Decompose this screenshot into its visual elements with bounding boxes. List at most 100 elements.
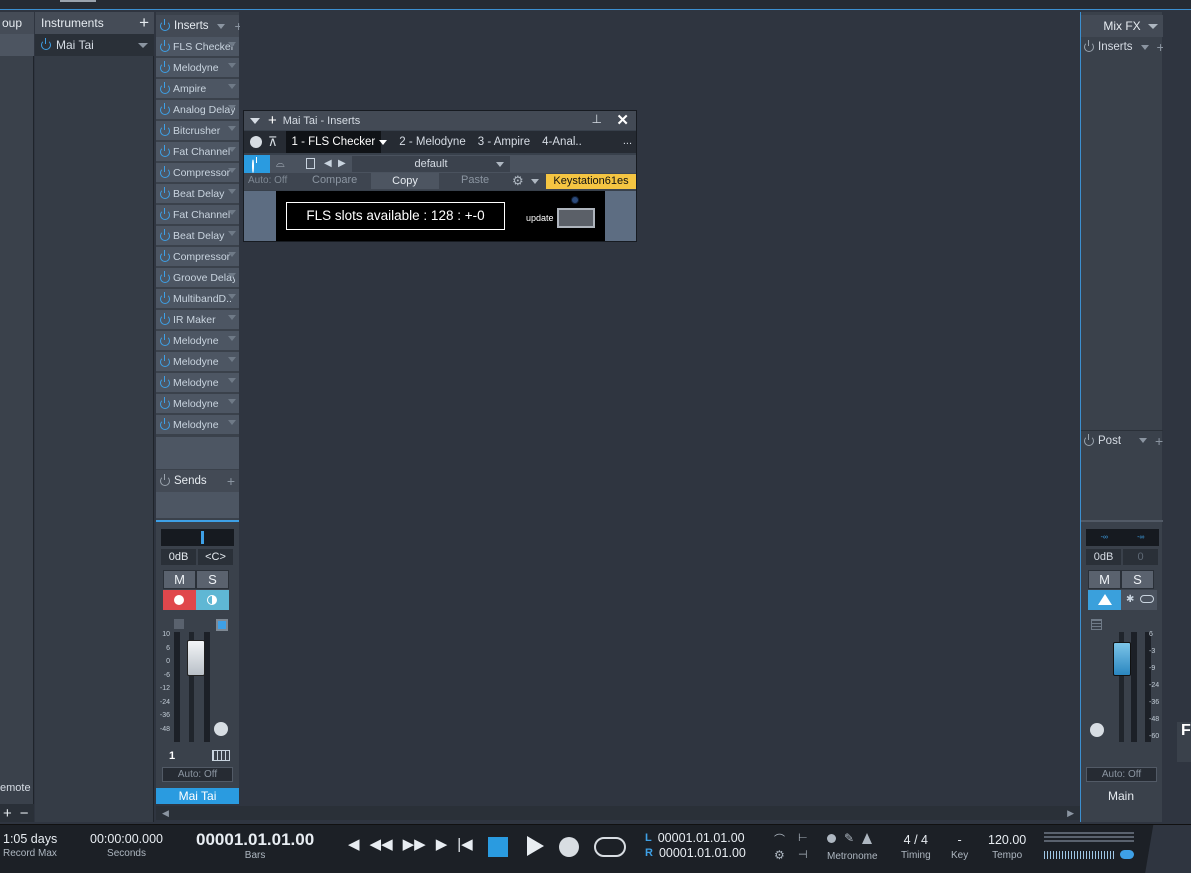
insert-slot[interactable]: Compressor (156, 163, 239, 183)
autopunch-icon[interactable]: ⊢ (798, 831, 808, 844)
record-arm-button[interactable] (163, 590, 196, 610)
group-panel-header[interactable]: oup (0, 12, 34, 34)
tempo-value[interactable]: 120.00 (988, 833, 1026, 847)
insert-slot[interactable]: Bitcrusher (156, 121, 239, 141)
next-marker-icon[interactable]: ▶ (436, 835, 448, 853)
power-icon[interactable] (160, 144, 170, 157)
preset-selector[interactable]: default (352, 156, 510, 172)
collapse-icon[interactable] (250, 117, 260, 124)
copy-button[interactable]: Copy (371, 173, 439, 189)
automation-mode-button[interactable]: Auto: Off (248, 175, 287, 186)
chevron-down-icon[interactable] (228, 273, 236, 278)
power-icon[interactable] (160, 123, 170, 136)
main-layout-icon[interactable] (1091, 619, 1102, 630)
chevron-down-icon[interactable] (228, 252, 236, 257)
power-icon[interactable] (160, 207, 170, 220)
scroll-right-icon[interactable]: ▶ (1067, 808, 1074, 819)
plugin-view-icon[interactable] (250, 136, 262, 148)
power-icon[interactable] (160, 19, 170, 31)
mix-fx-inserts-header[interactable]: Inserts + (1081, 37, 1165, 57)
wrench-icon[interactable]: ✎ (844, 831, 854, 845)
chevron-down-icon[interactable] (228, 315, 236, 320)
insert-slot[interactable]: Fat Channel (156, 142, 239, 162)
strip-inserts-header[interactable]: Inserts + (156, 15, 243, 37)
chevron-down-icon[interactable] (228, 378, 236, 383)
chevron-down-icon[interactable] (228, 84, 236, 89)
compare-button[interactable]: Compare (312, 174, 357, 186)
remote-label[interactable]: emote (0, 782, 34, 794)
plugin-tab[interactable]: 3 - Ampire (472, 131, 536, 153)
insert-slot[interactable]: Compressor (156, 247, 239, 267)
previous-marker-icon[interactable]: ◀ (348, 835, 360, 853)
timing-value[interactable]: 4 / 4 (901, 833, 931, 847)
chevron-down-icon[interactable] (1139, 438, 1148, 443)
plugin-tab[interactable]: 1 - FLS Checker (285, 131, 382, 153)
plugin-power-button[interactable] (244, 155, 270, 173)
loop-start-value[interactable]: 00001.01.01.00 (658, 831, 745, 845)
key-value[interactable]: - (951, 833, 968, 847)
power-icon[interactable] (160, 333, 170, 346)
fast-forward-icon[interactable]: ▶▶ (403, 835, 426, 853)
main-channel-name[interactable]: Main (1080, 788, 1162, 804)
main-metering-button[interactable] (1088, 590, 1121, 610)
power-icon[interactable] (160, 102, 170, 115)
power-icon[interactable] (160, 417, 170, 430)
power-icon[interactable] (160, 270, 170, 283)
insert-slot[interactable]: MultibandD.. (156, 289, 239, 309)
power-icon[interactable] (160, 312, 170, 325)
chevron-down-icon[interactable] (228, 105, 236, 110)
insert-empty-slot[interactable] (156, 437, 239, 469)
play-button[interactable] (527, 836, 544, 856)
bars-value[interactable]: 00001.01.01.00 (196, 830, 314, 850)
insert-slot[interactable]: Melodyne (156, 373, 239, 393)
chevron-down-icon[interactable] (228, 420, 236, 425)
more-tabs-button[interactable]: ... (623, 135, 632, 147)
strip-sends-header[interactable]: Sends + (156, 470, 239, 492)
insert-slot[interactable]: FLS Checker (156, 37, 239, 57)
power-icon[interactable] (160, 60, 170, 73)
power-icon[interactable] (160, 186, 170, 199)
preset-file-icon[interactable] (306, 158, 315, 169)
main-volume-readout[interactable]: 0dB (1086, 549, 1121, 565)
insert-slot[interactable]: Melodyne (156, 58, 239, 78)
sends-area[interactable] (156, 492, 239, 518)
insert-slot[interactable]: Melodyne (156, 415, 239, 435)
insert-slot[interactable]: IR Maker (156, 310, 239, 330)
mix-fx-post-header[interactable]: Post + (1081, 430, 1163, 450)
prev-preset-icon[interactable]: ◀ (324, 158, 332, 169)
add-instrument-button[interactable]: + (139, 13, 149, 33)
update-button[interactable] (557, 208, 595, 228)
chevron-down-icon[interactable] (228, 399, 236, 404)
power-icon[interactable] (160, 396, 170, 409)
volume-fader-handle[interactable] (187, 640, 205, 676)
add-post-icon[interactable]: + (1155, 433, 1163, 449)
add-send-icon[interactable]: + (227, 473, 235, 489)
paste-button[interactable]: Paste (461, 174, 489, 186)
main-pan-knob-icon[interactable] (1090, 723, 1104, 737)
add-icon[interactable]: + (268, 112, 277, 129)
power-icon[interactable] (1084, 40, 1094, 52)
remove-group-button[interactable]: − (20, 805, 29, 822)
chevron-down-icon[interactable] (1148, 24, 1158, 29)
power-icon[interactable] (41, 38, 51, 50)
metronome-icon[interactable] (862, 832, 873, 844)
pre-roll-icon[interactable]: ⊣ (798, 848, 808, 861)
gear-icon[interactable]: ⚙ (512, 173, 524, 189)
chevron-down-icon[interactable] (228, 42, 236, 47)
power-icon[interactable] (160, 375, 170, 388)
close-icon[interactable]: ✕ (616, 111, 629, 129)
stop-button[interactable] (488, 837, 508, 857)
main-mute-button[interactable]: M (1088, 570, 1121, 589)
pan-knob-icon[interactable] (214, 722, 228, 736)
power-icon[interactable] (160, 165, 170, 178)
add-group-button[interactable]: + (3, 805, 12, 822)
power-icon[interactable] (160, 249, 170, 262)
chevron-down-icon[interactable] (1140, 44, 1149, 50)
punch-icon[interactable]: ⌒ (774, 831, 785, 847)
monitor-button[interactable] (196, 590, 229, 610)
mix-fx-header[interactable]: Mix FX (1081, 15, 1163, 37)
browser-toggle-tab[interactable]: F (1177, 722, 1191, 762)
chevron-down-icon[interactable] (228, 210, 236, 215)
power-icon[interactable] (160, 39, 170, 52)
rewind-icon[interactable]: ◀◀ (370, 835, 393, 853)
